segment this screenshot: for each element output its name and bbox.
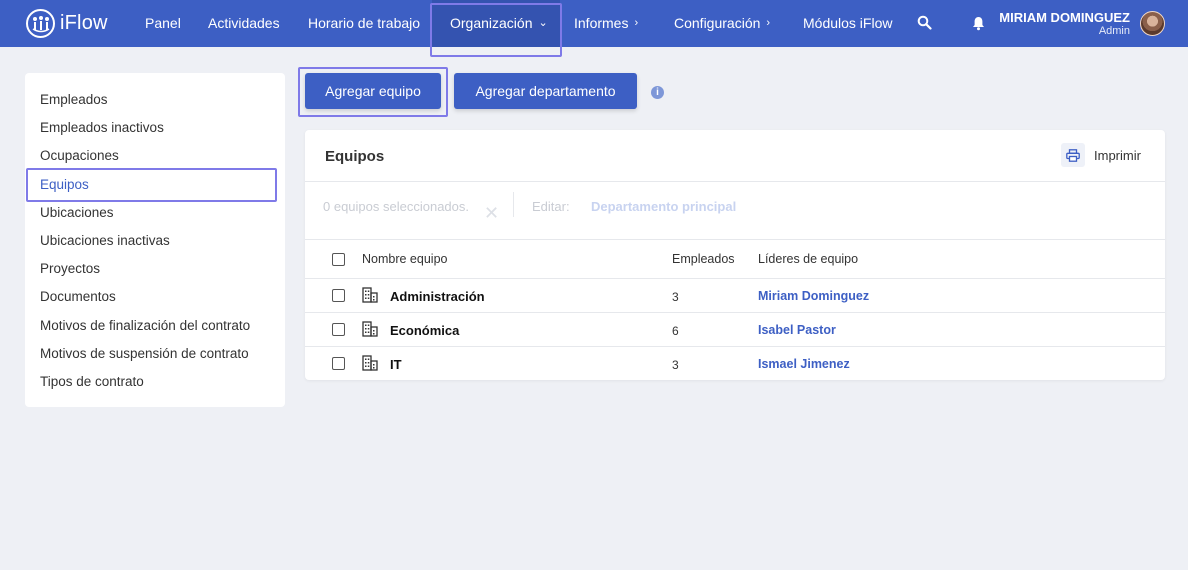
employee-count: 3 bbox=[672, 290, 679, 304]
user-name[interactable]: MIRIAM DOMINGUEZ bbox=[999, 10, 1130, 25]
clear-selection-icon[interactable]: ✕ bbox=[484, 203, 499, 224]
avatar[interactable] bbox=[1140, 11, 1165, 36]
team-leader-link[interactable]: Miriam Dominguez bbox=[758, 289, 869, 303]
iflow-logo[interactable]: iFlow bbox=[26, 9, 108, 38]
edit-label: Editar: bbox=[532, 199, 570, 214]
sidebar-item-motivos-finalizacion[interactable]: Motivos de finalización del contrato bbox=[40, 318, 250, 333]
teams-card: Equipos Imprimir 0 equipos seleccionados… bbox=[305, 130, 1165, 380]
team-name-link[interactable]: IT bbox=[390, 357, 402, 372]
divider bbox=[305, 239, 1165, 240]
add-team-button[interactable]: Agregar equipo bbox=[305, 73, 441, 109]
nav-actividades[interactable]: Actividades bbox=[208, 0, 280, 47]
nav-label: Organización bbox=[450, 15, 533, 31]
printer-icon[interactable] bbox=[1061, 143, 1085, 167]
chevron-right-icon: › bbox=[766, 17, 771, 29]
sidebar-item-equipos[interactable]: Equipos bbox=[40, 177, 89, 192]
team-leader-link[interactable]: Isabel Pastor bbox=[758, 323, 836, 337]
column-header-leaders[interactable]: Líderes de equipo bbox=[758, 252, 858, 266]
team-name-link[interactable]: Administración bbox=[390, 289, 485, 304]
sidebar-item-motivos-suspension[interactable]: Motivos de suspensión de contrato bbox=[40, 346, 249, 361]
nav-informes[interactable]: Informes › bbox=[574, 0, 638, 47]
nav-label: Horario de trabajo bbox=[308, 15, 421, 31]
card-title: Equipos bbox=[325, 148, 385, 165]
bell-icon[interactable] bbox=[972, 16, 985, 36]
top-navigation-bar: iFlow Panel Actividades Horario de traba… bbox=[0, 0, 1188, 57]
divider bbox=[305, 181, 1165, 182]
nav-label: Informes bbox=[574, 15, 629, 31]
sidebar-item-ubicaciones-inactivas[interactable]: Ubicaciones inactivas bbox=[40, 233, 170, 248]
selected-count: 0 equipos seleccionados. bbox=[323, 199, 469, 214]
column-header-name[interactable]: Nombre equipo bbox=[362, 252, 447, 266]
search-icon[interactable] bbox=[917, 15, 932, 35]
sidebar-item-ubicaciones[interactable]: Ubicaciones bbox=[40, 205, 114, 220]
sidebar-item-empleados-inactivos[interactable]: Empleados inactivos bbox=[40, 120, 164, 135]
sidebar-item-documentos[interactable]: Documentos bbox=[40, 289, 116, 304]
team-name-link[interactable]: Económica bbox=[390, 323, 459, 338]
column-header-employees[interactable]: Empleados bbox=[672, 252, 735, 266]
divider bbox=[305, 278, 1165, 279]
sidebar: Empleados Empleados inactivos Ocupacione… bbox=[25, 73, 285, 407]
logo-icon bbox=[26, 9, 55, 38]
divider bbox=[305, 312, 1165, 313]
user-role: Admin bbox=[1098, 25, 1130, 37]
nav-label: Actividades bbox=[208, 15, 280, 31]
nav-label: Configuración bbox=[674, 15, 761, 31]
building-icon bbox=[362, 287, 378, 308]
sidebar-item-proyectos[interactable]: Proyectos bbox=[40, 261, 100, 276]
nav-label: Panel bbox=[145, 15, 181, 31]
info-icon[interactable]: i bbox=[651, 86, 664, 99]
print-button[interactable]: Imprimir bbox=[1094, 148, 1141, 163]
employee-count: 3 bbox=[672, 358, 679, 372]
edit-main-department-button[interactable]: Departamento principal bbox=[591, 199, 736, 214]
divider bbox=[513, 192, 514, 217]
nav-organizacion[interactable]: Organización ⌄ bbox=[432, 0, 560, 47]
row-checkbox[interactable] bbox=[332, 289, 345, 302]
employee-count: 6 bbox=[672, 324, 679, 338]
team-leader-link[interactable]: Ismael Jimenez bbox=[758, 357, 850, 371]
building-icon bbox=[362, 321, 378, 342]
sidebar-item-empleados[interactable]: Empleados bbox=[40, 92, 108, 107]
chevron-down-icon: ⌄ bbox=[538, 17, 548, 29]
sidebar-item-ocupaciones[interactable]: Ocupaciones bbox=[40, 148, 119, 163]
nav-modulos-iflow[interactable]: Módulos iFlow bbox=[803, 0, 892, 47]
add-department-button[interactable]: Agregar departamento bbox=[454, 73, 637, 109]
sidebar-item-tipos-de-contrato[interactable]: Tipos de contrato bbox=[40, 374, 144, 389]
building-icon bbox=[362, 355, 378, 376]
select-all-checkbox[interactable] bbox=[332, 253, 345, 266]
nav-horario-de-trabajo[interactable]: Horario de trabajo bbox=[308, 0, 420, 47]
nav-panel[interactable]: Panel bbox=[145, 0, 181, 47]
divider bbox=[305, 346, 1165, 347]
nav-configuracion[interactable]: Configuración › bbox=[674, 0, 770, 47]
chevron-right-icon: › bbox=[634, 17, 639, 29]
row-checkbox[interactable] bbox=[332, 323, 345, 336]
nav-label: Módulos iFlow bbox=[803, 15, 893, 31]
logo-text: iFlow bbox=[60, 12, 108, 34]
row-checkbox[interactable] bbox=[332, 357, 345, 370]
